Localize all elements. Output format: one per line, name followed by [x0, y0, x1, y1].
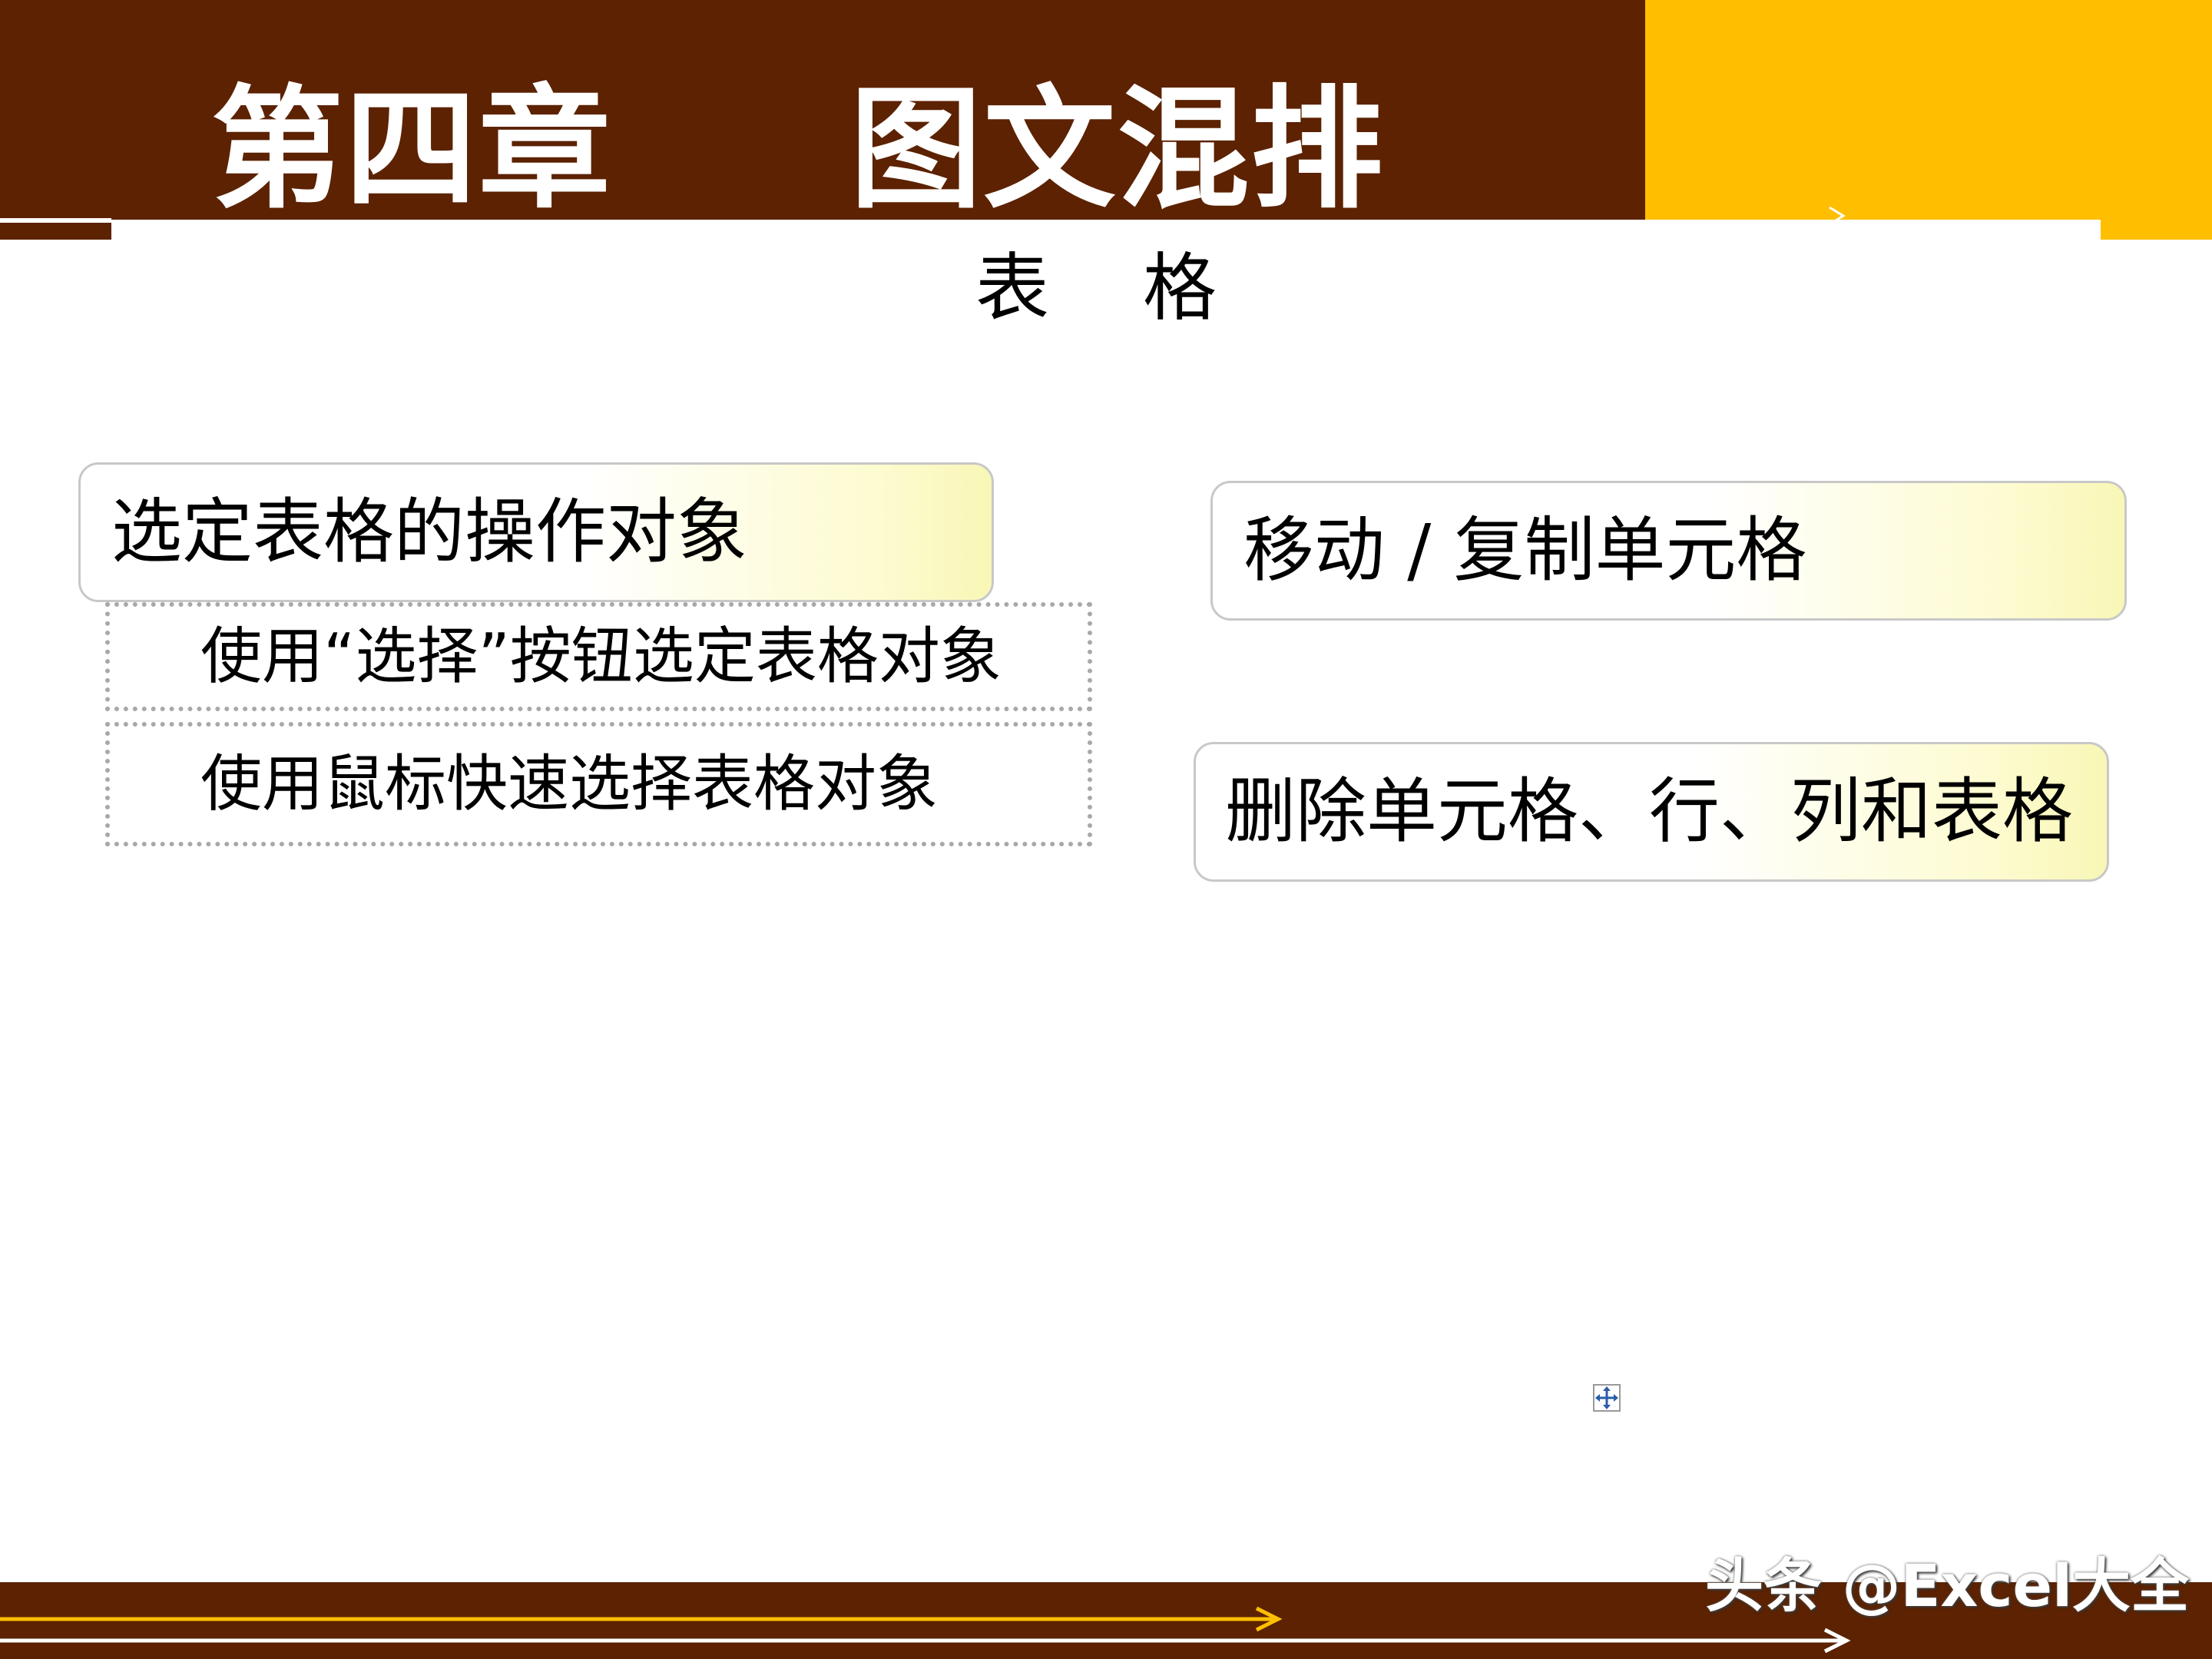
sub-item-select-button-label: 使用“选择”按钮选定表格对象: [200, 621, 1002, 692]
section-title: 表 格: [975, 245, 1217, 331]
sub-item-mouse-select-label: 使用鼠标快速选择表格对象: [200, 748, 938, 820]
select-object-box[interactable]: 选定表格的操作对象: [78, 462, 994, 602]
chapter-title: 第四章 图文混排: [211, 72, 1385, 227]
sub-item-mouse-select[interactable]: 使用鼠标快速选择表格对象: [105, 722, 1092, 846]
move-copy-cells-label: 移动 / 复制单元格: [1243, 509, 1807, 591]
delete-cells-box[interactable]: 删除单元格、行、列和表格: [1194, 742, 2109, 882]
select-object-label: 选定表格的操作对象: [111, 491, 748, 573]
header-divider-line: [0, 218, 111, 223]
sub-item-select-button[interactable]: 使用“选择”按钮选定表格对象: [105, 602, 1092, 711]
header-accent-block: [1645, 0, 2212, 240]
delete-cells-label: 删除单元格、行、列和表格: [1225, 770, 2074, 853]
watermark-text: 头条 @Excel大全: [1705, 1551, 2190, 1620]
footer-arrow-white-icon: [0, 1628, 1851, 1654]
header-arrow-icon: [1829, 206, 1846, 226]
move-copy-cells-box[interactable]: 移动 / 复制单元格: [1210, 481, 2127, 621]
move-handle-icon[interactable]: [1593, 1384, 1621, 1412]
